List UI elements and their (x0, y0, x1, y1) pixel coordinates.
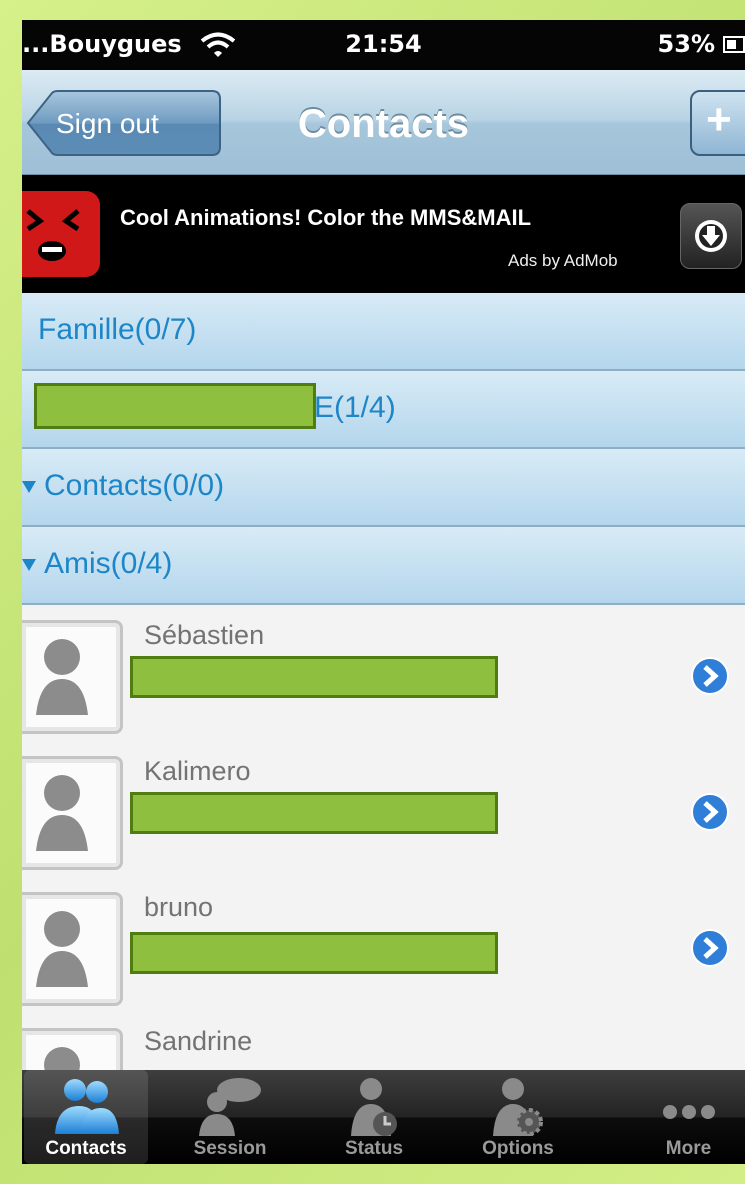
status-icon (351, 1078, 397, 1136)
group-redacted[interactable]: E(1/4) (22, 371, 745, 449)
tab-options[interactable]: Options (456, 1070, 580, 1164)
ad-banner[interactable]: Cool Animations! Color the MMS&MAIL Ads … (22, 175, 745, 293)
session-icon (199, 1078, 261, 1136)
download-arrow-icon (695, 220, 727, 252)
group-famille[interactable]: Famille(0/7) (22, 293, 745, 371)
detail-disclosure-icon[interactable] (690, 656, 730, 696)
contacts-icon (55, 1079, 119, 1134)
group-label: Contacts(0/0) (44, 469, 225, 502)
avatar-placeholder-icon (22, 620, 123, 734)
more-icon (662, 1105, 715, 1119)
ad-download-button[interactable] (680, 203, 742, 269)
contact-row[interactable]: Sébastien (22, 608, 745, 745)
tab-label: Contacts (45, 1138, 127, 1159)
contact-row[interactable]: Kalimero (22, 744, 745, 881)
expanded-triangle-icon (22, 559, 36, 571)
tab-more[interactable]: More (632, 1070, 745, 1164)
contact-row[interactable]: bruno (22, 880, 745, 1017)
expanded-triangle-icon (22, 481, 36, 493)
tab-session[interactable]: Session (168, 1070, 292, 1164)
phone-screen: ...Bouygues 21:54 53% Sign out Contacts … (22, 20, 745, 1164)
navigation-bar: Sign out Contacts + (22, 70, 745, 175)
ad-app-icon (22, 191, 100, 277)
page-title: Contacts (297, 102, 470, 146)
group-amis[interactable]: Amis(0/4) (22, 527, 745, 605)
contact-name: bruno (144, 892, 214, 922)
group-contacts[interactable]: Contacts(0/0) (22, 449, 745, 527)
redaction-block (130, 656, 498, 698)
avatar-placeholder-icon (22, 892, 123, 1006)
redaction-block (130, 792, 498, 834)
group-label: Famille(0/7) (38, 313, 197, 346)
contact-name: Sandrine (144, 1026, 253, 1056)
redaction-block (34, 383, 316, 429)
group-label: Amis(0/4) (44, 547, 173, 580)
detail-disclosure-icon[interactable] (690, 928, 730, 968)
status-bar: ...Bouygues 21:54 53% (22, 20, 745, 70)
redaction-block (130, 932, 498, 974)
options-icon (493, 1078, 543, 1136)
tab-contacts[interactable]: Contacts (24, 1070, 148, 1164)
ad-credit: Ads by AdMob (508, 251, 618, 270)
tab-label: Status (344, 1138, 404, 1159)
avatar-placeholder-icon (22, 756, 123, 870)
contact-name: Kalimero (144, 756, 251, 786)
battery-percent: 53% (657, 30, 715, 58)
group-label: E(1/4) (314, 391, 396, 424)
tab-bar: Contacts Session Status Options More (22, 1070, 745, 1164)
detail-disclosure-icon[interactable] (690, 792, 730, 832)
add-contact-button[interactable]: + (690, 90, 745, 156)
ad-headline: Cool Animations! Color the MMS&MAIL (120, 205, 532, 230)
tab-label: Options (482, 1138, 554, 1159)
battery-icon (723, 36, 745, 53)
tab-label: Session (193, 1138, 267, 1159)
tab-status[interactable]: Status (312, 1070, 436, 1164)
clock: 21:54 (345, 30, 422, 58)
contact-name: Sébastien (144, 620, 265, 650)
tab-label: More (665, 1138, 712, 1159)
